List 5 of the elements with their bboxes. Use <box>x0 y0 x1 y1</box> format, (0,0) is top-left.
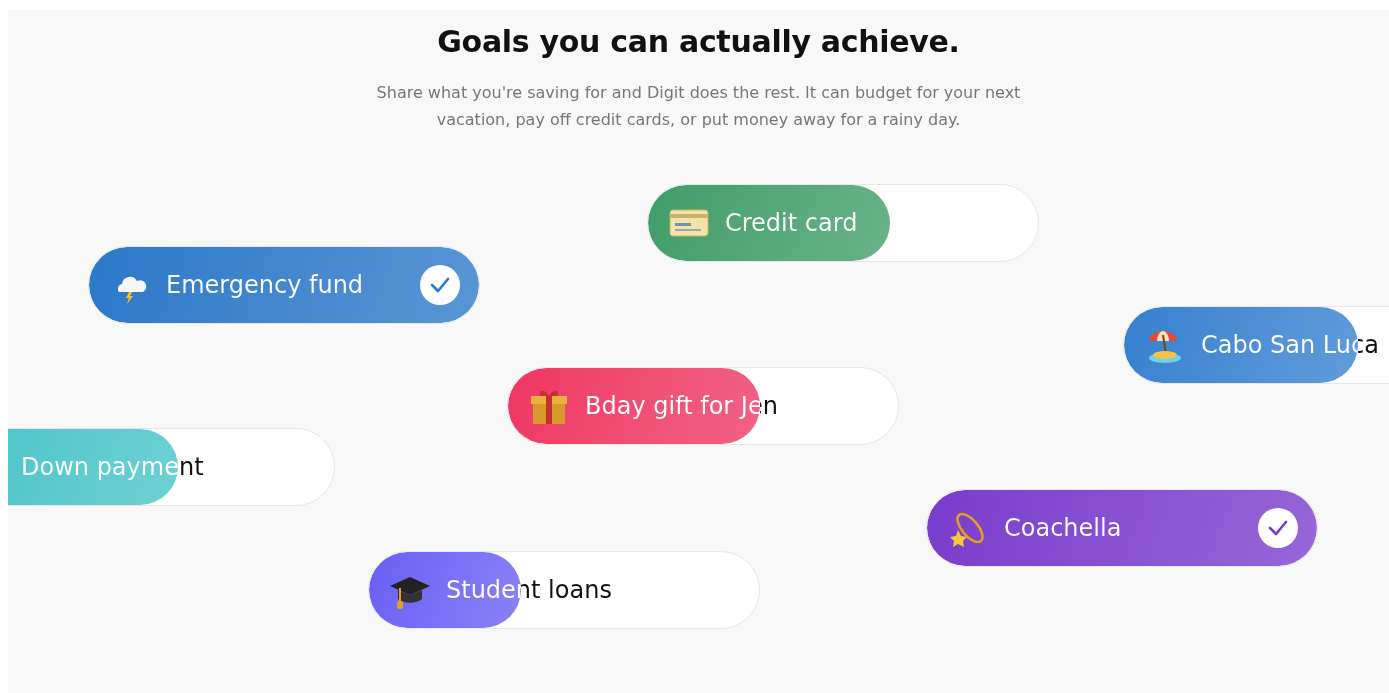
goal-pill[interactable]: Coachella <box>926 489 1318 567</box>
goal-pill[interactable]: Emergency fund <box>88 246 480 324</box>
goal-pill[interactable]: Credit card <box>647 184 1039 262</box>
heading: Goals you can actually achieve. <box>437 24 960 59</box>
intro-text: Share what you're saving for and Digit does the rest. It can budget for your next vacation, pay off credit cards, or put money away for a rainy day. <box>375 82 1022 131</box>
